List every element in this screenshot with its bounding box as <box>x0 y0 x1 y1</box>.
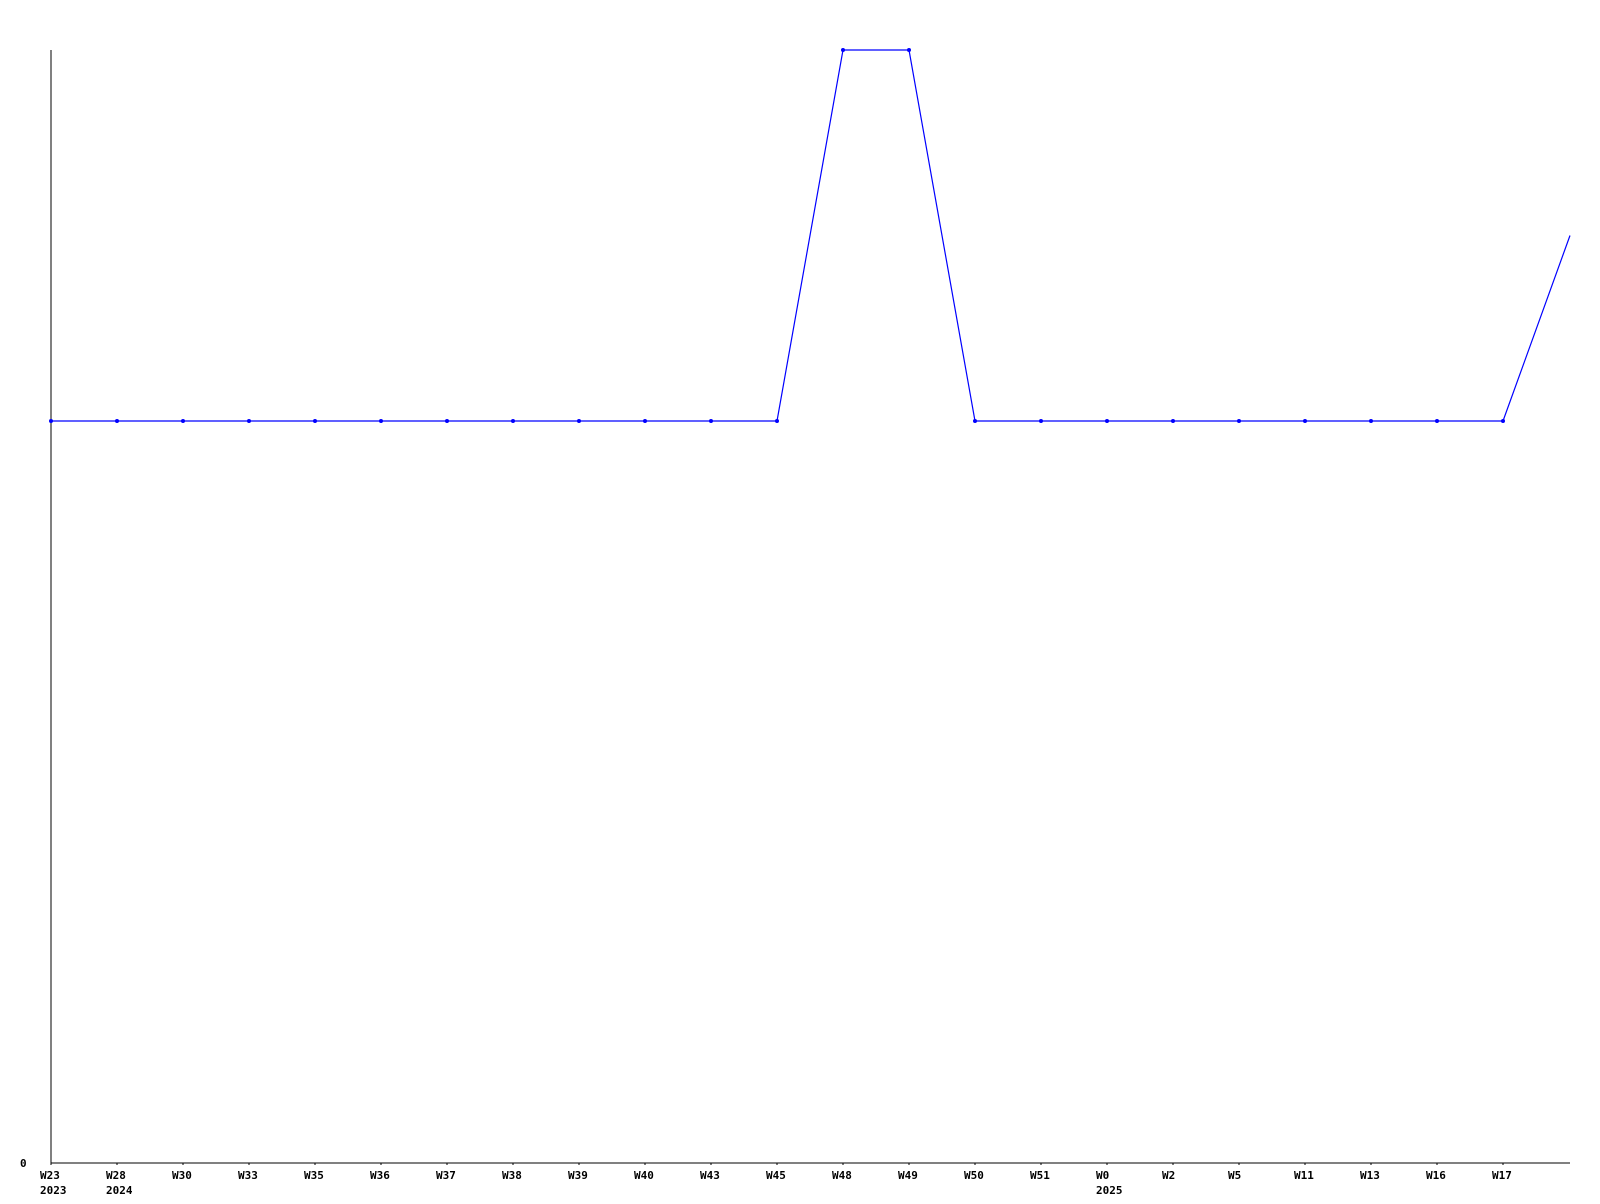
x-tick-label: W45 <box>766 1169 786 1182</box>
series-line-group <box>49 48 1571 423</box>
data-point <box>973 419 977 423</box>
data-point <box>1039 419 1043 423</box>
data-point <box>1501 419 1505 423</box>
data-point <box>1369 419 1373 423</box>
x-tick-label: W16 <box>1426 1169 1446 1182</box>
x-tick-label: W40 <box>634 1169 654 1182</box>
data-point <box>379 419 383 423</box>
data-point <box>1237 419 1241 423</box>
axes <box>50 50 1570 1165</box>
x-tick-label: W37 <box>436 1169 456 1182</box>
data-point <box>1303 419 1307 423</box>
data-point <box>577 419 581 423</box>
x-tick-label: W17 <box>1492 1169 1512 1182</box>
x-tick-label: W5 <box>1228 1169 1241 1182</box>
x-tick-label: W39 <box>568 1169 588 1182</box>
data-point <box>49 419 53 423</box>
x-tick-label: W50 <box>964 1169 984 1182</box>
x-year-label: 2023 <box>40 1184 67 1197</box>
x-tick-label: W51 <box>1030 1169 1050 1182</box>
series-line <box>51 49 1571 422</box>
x-tick-label: W33 <box>238 1169 258 1182</box>
chart-svg: W23 2023 W28 2024 W30 W33 W35 W36 W37 W38 W39 W40 W4… <box>20 48 1571 1197</box>
data-point <box>1105 419 1109 423</box>
data-point <box>643 419 647 423</box>
data-point <box>445 419 449 423</box>
y-tick-label: 0 <box>20 1157 27 1170</box>
x-tick-label: W2 <box>1162 1169 1175 1182</box>
x-axis-labels: W23 2023 W28 2024 W30 W33 W35 W36 W37 W38 W39 W40 W4… <box>40 1169 1512 1197</box>
x-year-label: 2025 <box>1096 1184 1123 1197</box>
data-point <box>1435 419 1439 423</box>
x-tick-label: W38 <box>502 1169 522 1182</box>
x-tick-label: W30 <box>172 1169 192 1182</box>
x-tick-label: W11 <box>1294 1169 1314 1182</box>
x-tick-label: W0 <box>1096 1169 1109 1182</box>
data-point <box>181 419 185 423</box>
x-tick-label: W43 <box>700 1169 720 1182</box>
data-point <box>511 419 515 423</box>
x-tick-label: W48 <box>832 1169 852 1182</box>
data-point <box>1171 419 1175 423</box>
data-point <box>775 419 779 423</box>
data-point <box>907 48 911 52</box>
x-tick-label: W23 <box>40 1169 60 1182</box>
line-chart: W23 2023 W28 2024 W30 W33 W35 W36 W37 W38 W39 W40 W4… <box>0 0 1600 1200</box>
data-point <box>313 419 317 423</box>
data-point <box>841 48 845 52</box>
data-point <box>115 419 119 423</box>
y-axis-labels: 0 <box>20 1157 27 1170</box>
x-tick-label: W28 <box>106 1169 126 1182</box>
x-year-label: 2024 <box>106 1184 133 1197</box>
x-tick-label: W49 <box>898 1169 918 1182</box>
x-tick-label: W13 <box>1360 1169 1380 1182</box>
data-point <box>247 419 251 423</box>
x-tick-label: W36 <box>370 1169 390 1182</box>
data-point <box>709 419 713 423</box>
x-tick-label: W35 <box>304 1169 324 1182</box>
